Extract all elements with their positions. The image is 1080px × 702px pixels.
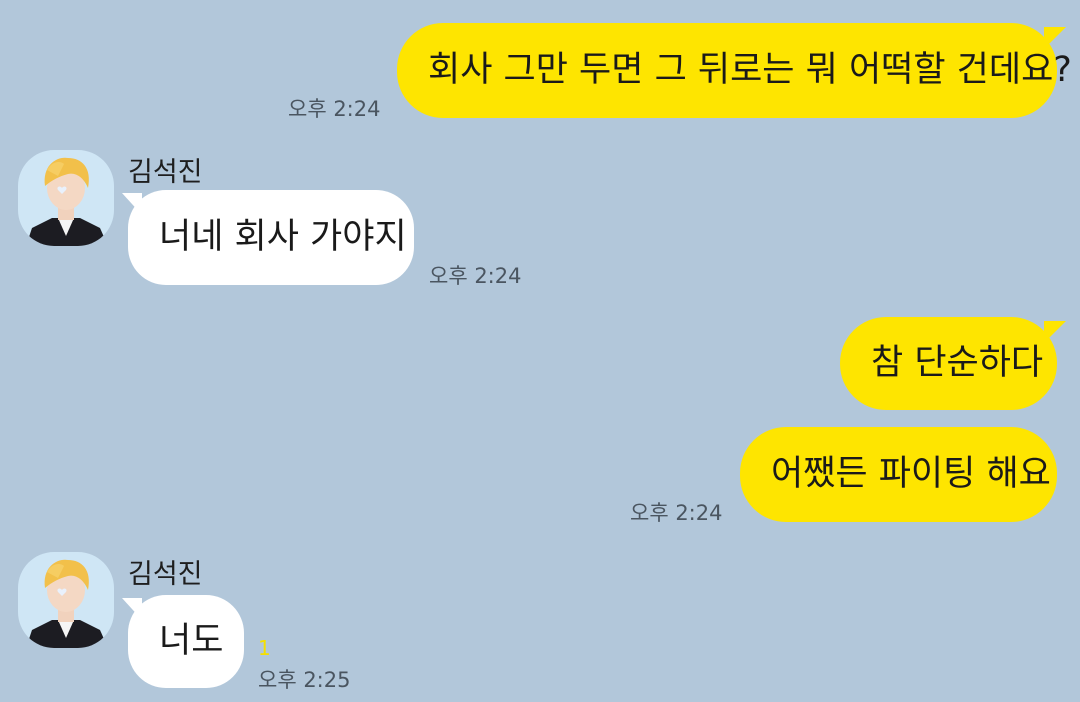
- my-message-bubble[interactable]: 참 단순하다: [840, 317, 1057, 410]
- unread-count: 1: [258, 636, 271, 660]
- message-time: 오후 2:25: [258, 668, 351, 692]
- my-message-bubble[interactable]: 회사 그만 두면 그 뒤로는 뭐 어떡할 건데요?: [397, 23, 1072, 118]
- their-message-bubble[interactable]: 너도: [128, 595, 244, 688]
- profile-photo-icon: [18, 150, 114, 246]
- message-text: 회사 그만 두면 그 뒤로는 뭐 어떡할 건데요?: [428, 50, 1072, 90]
- message-time: 오후 2:24: [630, 501, 723, 525]
- message-text: 참 단순하다: [871, 343, 1044, 383]
- avatar[interactable]: [18, 150, 114, 246]
- message-time: 오후 2:24: [288, 97, 381, 121]
- message-text: 너도: [159, 621, 224, 661]
- my-message-bubble[interactable]: 어쨌든 파이팅 해요: [740, 427, 1057, 522]
- avatar[interactable]: [18, 552, 114, 648]
- message-text: 어쨌든 파이팅 해요: [771, 454, 1051, 494]
- profile-photo-icon: [18, 552, 114, 648]
- their-message-bubble[interactable]: 너네 회사 가야지: [128, 190, 414, 285]
- sender-name: 김석진: [128, 157, 203, 188]
- message-text: 너네 회사 가야지: [159, 217, 407, 257]
- message-time: 오후 2:24: [429, 264, 522, 288]
- sender-name: 김석진: [128, 559, 203, 590]
- chat-room: 회사 그만 두면 그 뒤로는 뭐 어떡할 건데요? 오후 2:24 김석진 너네…: [0, 0, 1080, 702]
